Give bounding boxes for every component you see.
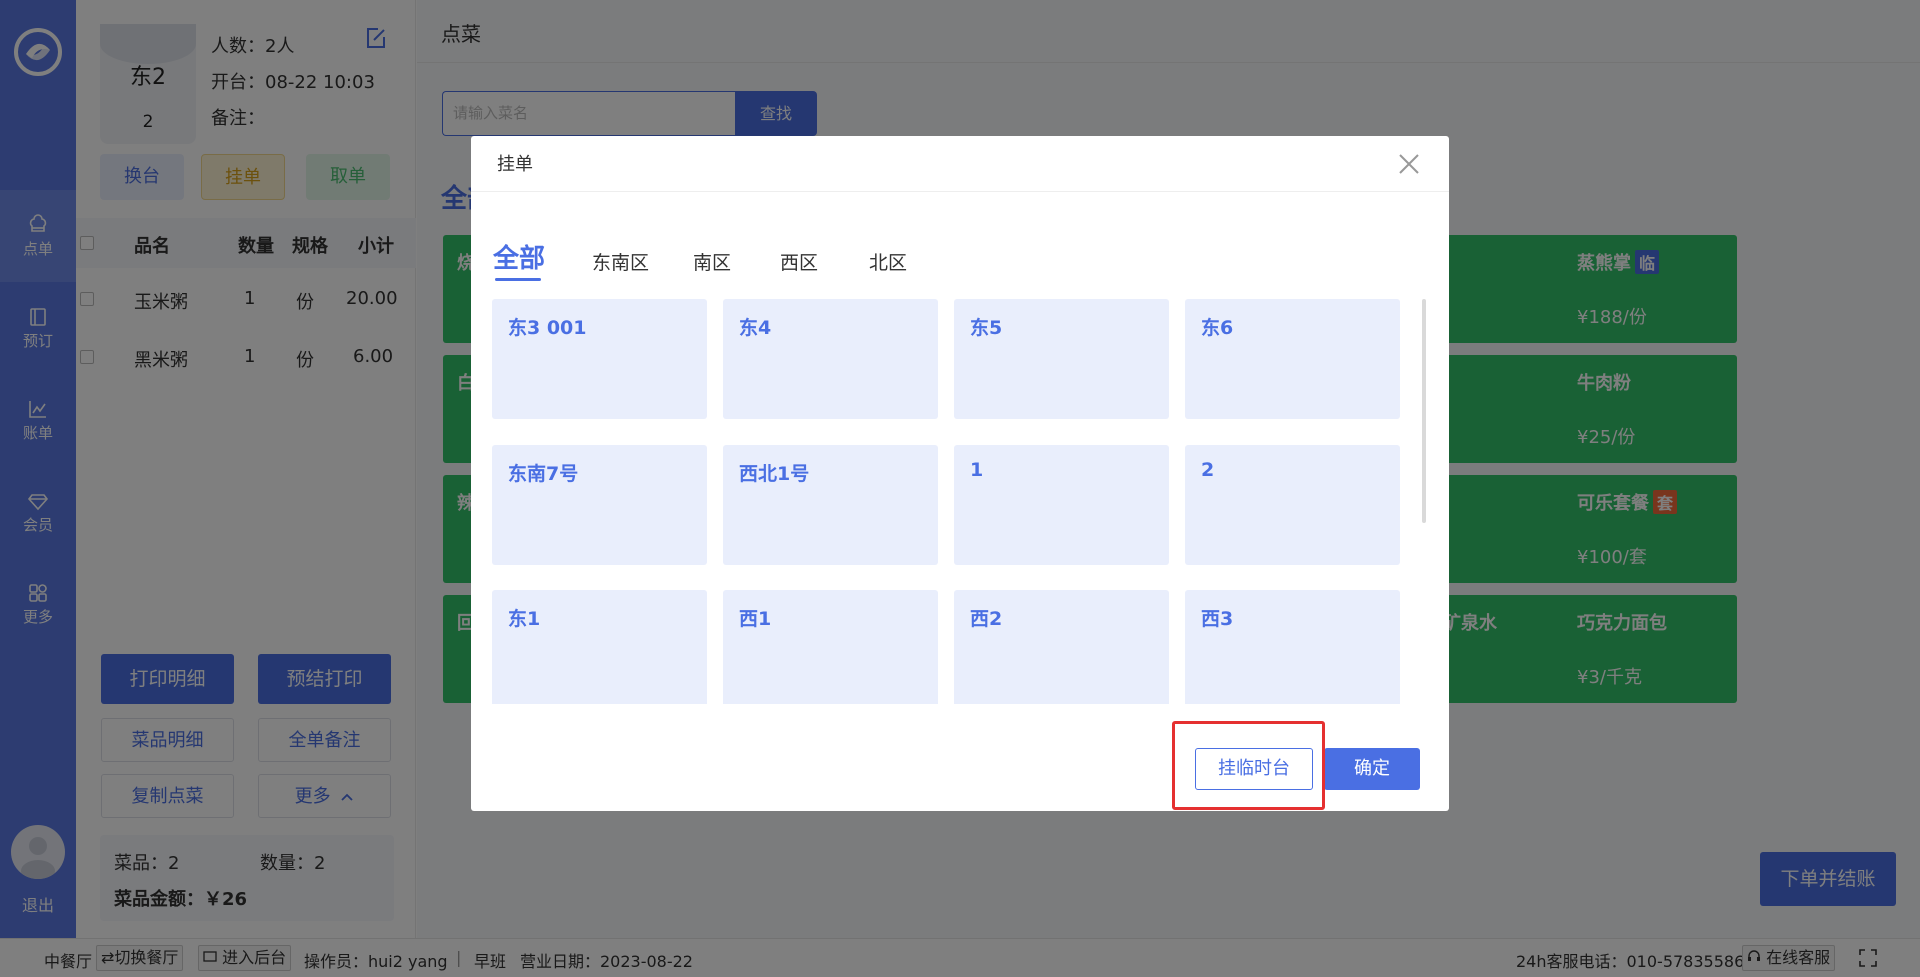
table-card-label: 1	[970, 459, 984, 481]
table-card[interactable]: 东3 001	[492, 299, 707, 419]
table-card-label: 2	[1201, 459, 1215, 481]
table-card-label: 东1	[508, 608, 541, 630]
dialog-header: 挂单	[471, 136, 1449, 192]
highlight-box	[1172, 721, 1325, 810]
confirm-button[interactable]: 确定	[1324, 748, 1420, 790]
tab-southeast[interactable]: 东南区	[592, 248, 649, 275]
grid-scrollbar[interactable]	[1422, 299, 1426, 523]
table-card[interactable]: 西北1号	[723, 445, 938, 565]
hang-order-dialog: 挂单 全部 东南区 南区 西区 北区 东3 001 东4 东5 东6 东南7号 …	[471, 136, 1449, 811]
table-card[interactable]: 2	[1185, 445, 1400, 565]
tab-south[interactable]: 南区	[693, 248, 731, 275]
table-card[interactable]: 东5	[954, 299, 1169, 419]
table-card[interactable]: 东1	[492, 590, 707, 710]
table-card-label: 西3	[1201, 608, 1234, 630]
table-card-label: 东3 001	[508, 317, 587, 339]
table-card[interactable]: 1	[954, 445, 1169, 565]
table-card[interactable]: 东南7号	[492, 445, 707, 565]
dialog-title: 挂单	[497, 154, 533, 175]
table-card-label: 西2	[970, 608, 1003, 630]
active-tab-indicator	[495, 278, 541, 281]
close-icon[interactable]	[1397, 152, 1421, 176]
table-card-label: 东5	[970, 317, 1003, 339]
table-card-label: 西北1号	[739, 463, 810, 485]
table-card-label: 东南7号	[508, 463, 579, 485]
table-card[interactable]: 东6	[1185, 299, 1400, 419]
area-tabs: 全部 东南区 南区 西区 北区	[493, 238, 1393, 288]
table-card-label: 东6	[1201, 317, 1234, 339]
table-card[interactable]: 西3	[1185, 590, 1400, 710]
table-card-label: 西1	[739, 608, 772, 630]
tab-north[interactable]: 北区	[869, 248, 907, 275]
table-card-label: 东4	[739, 317, 772, 339]
table-card[interactable]: 西2	[954, 590, 1169, 710]
tab-west[interactable]: 西区	[780, 248, 818, 275]
table-card[interactable]: 东4	[723, 299, 938, 419]
table-card[interactable]: 西1	[723, 590, 938, 710]
tab-all[interactable]: 全部	[493, 238, 545, 275]
